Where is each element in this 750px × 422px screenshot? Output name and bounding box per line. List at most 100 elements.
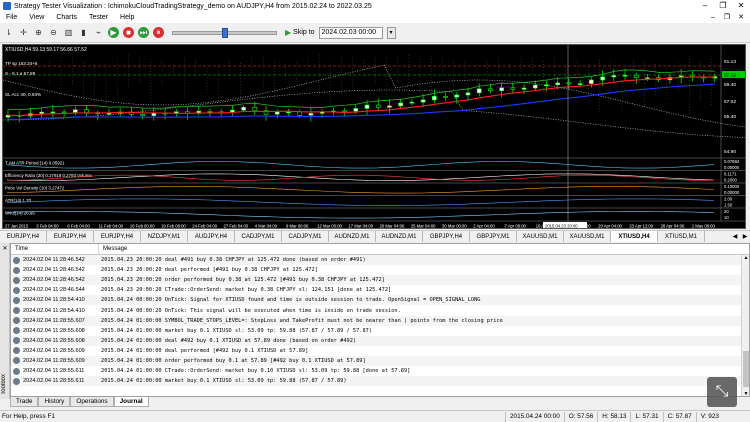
info-icon <box>13 327 20 335</box>
step-back-icon[interactable]: ⇂ <box>3 27 14 38</box>
mdi-minimize-button[interactable]: – <box>706 12 720 23</box>
chart-tab[interactable]: EURJPY,H4 <box>0 231 47 242</box>
candle-body <box>84 109 89 113</box>
speed-slider[interactable] <box>172 27 277 38</box>
candle-body <box>252 106 258 111</box>
mdi-restore-button[interactable]: ❐ <box>720 12 734 23</box>
menu-help[interactable]: Help <box>114 12 140 23</box>
journal-row[interactable]: 2024.02.04 11:28:55.611 2015.04.24 01:00:… <box>11 366 749 376</box>
scroll-down-icon[interactable]: ▼ <box>742 391 749 396</box>
zoom-overlay-icon[interactable]: ⤡ <box>707 377 737 407</box>
subwindow-label: Efficiency Ratio (20) 0.27918 0.2783 Vol… <box>5 173 92 178</box>
chart-tab[interactable]: XTIUSD,M1 <box>658 231 705 242</box>
candle-body <box>353 108 359 112</box>
time-tick-label: 20 Mar 04:00 <box>380 224 405 229</box>
close-button[interactable]: ✕ <box>732 0 750 12</box>
journal-row[interactable]: 2024.02.04 11:28:46.542 2015.04.23 20:00:… <box>11 275 749 286</box>
column-header-time[interactable]: Time <box>11 244 99 254</box>
info-icon <box>13 296 20 304</box>
journal-scrollbar[interactable]: ▲ ▼ <box>741 255 749 396</box>
price-tick-label: 61.13 <box>724 59 736 65</box>
chart-tab[interactable]: XAUUSD,M1 <box>564 231 611 242</box>
journal-row[interactable]: 2024.02.04 11:28:55.609 2015.04.24 01:00:… <box>11 355 749 367</box>
info-icon <box>13 256 20 264</box>
candle-body <box>398 102 403 107</box>
chart-tab[interactable]: EURJPY,H4 <box>47 231 94 242</box>
pause-icon[interactable]: ⏸ <box>153 27 164 38</box>
stop-icon[interactable]: ■ <box>123 27 134 38</box>
skip-date-field[interactable]: 2024.02.03 00:00 <box>318 26 383 39</box>
journal-row[interactable]: 2024.02.04 11:28:46.542 2015.04.23 20:00:… <box>11 255 749 266</box>
play-icon[interactable]: ▶ <box>108 27 119 38</box>
candle-body <box>39 111 44 114</box>
candle-body <box>532 84 538 89</box>
journal-rows: 2024.02.04 11:28:46.542 2015.04.23 20:00:… <box>11 255 749 387</box>
column-header-message[interactable]: Message <box>99 244 749 254</box>
skip-to-button[interactable]: ▶ Skip to <box>285 28 315 37</box>
journal-row[interactable]: 2024.02.04 11:28:46.542 2015.04.23 20:00:… <box>11 265 749 275</box>
menu-view[interactable]: View <box>23 12 50 23</box>
line-chart-icon[interactable]: ⌁ <box>93 27 104 38</box>
chart-tab[interactable]: GBPJPY,M1 <box>470 231 517 242</box>
journal-message: 2015.04.24 01:00:00 order performed buy … <box>101 357 366 364</box>
journal-row[interactable]: 2024.02.04 11:28:54.410 2015.04.24 00:00:… <box>11 305 749 315</box>
journal-row[interactable]: 2024.02.04 11:28:55.611 2015.04.24 01:00:… <box>11 376 749 387</box>
tab-scroll-left-icon[interactable]: ◀ <box>730 231 740 242</box>
journal-row[interactable]: 2024.02.04 11:28:46.544 2015.04.23 20:00:… <box>11 285 749 295</box>
toolbox-side-panel[interactable]: Toolbox <box>0 243 10 399</box>
chart-tab[interactable]: CADJPY,M1 <box>282 231 329 242</box>
toolbox-tab-history[interactable]: History <box>38 397 71 407</box>
time-tick-label: 4 Mar 04:00 <box>255 224 278 229</box>
journal-time: 2024.02.04 11:28:55.608 <box>23 327 85 334</box>
crosshair-icon[interactable]: ✛ <box>18 27 29 38</box>
subwindow-scale-top: 0.10000 <box>724 184 740 189</box>
menu-file[interactable]: File <box>0 12 23 23</box>
price-chart[interactable]: XTIUSD,H4 59.13 59.17 56.66 57.52 TP sp 1… <box>3 45 746 229</box>
journal-row[interactable]: 2024.02.04 11:28:55.607 2015.04.24 01:00:… <box>11 315 749 326</box>
maximize-button[interactable]: ❐ <box>714 0 732 12</box>
info-icon <box>13 276 20 284</box>
chart-tab[interactable]: XTIUSD,H4 <box>611 231 658 242</box>
journal-time: 2024.02.04 11:28:55.611 <box>23 368 85 375</box>
moving-average-red <box>7 76 715 117</box>
minimize-button[interactable]: – <box>696 0 714 12</box>
candle-chart-icon[interactable]: ▮ <box>78 27 89 38</box>
toolbox-tab-operations[interactable]: Operations <box>70 397 114 407</box>
journal-row[interactable]: 2024.02.04 11:28:54.410 2015.04.24 00:00:… <box>11 295 749 306</box>
menu-tester[interactable]: Tester <box>83 12 114 23</box>
date-dropdown-icon[interactable]: ▾ <box>386 26 396 39</box>
chart-window[interactable]: XTIUSD,H4 59.13 59.17 56.66 57.52 TP sp 1… <box>2 44 746 229</box>
menu-charts[interactable]: Charts <box>50 12 83 23</box>
chart-tab[interactable]: NZDJPY,M1 <box>141 231 188 242</box>
journal-time: 2024.02.04 11:28:55.611 <box>23 378 85 385</box>
speed-slider-knob[interactable] <box>222 27 228 38</box>
tab-scroll-right-icon[interactable]: ▶ <box>740 231 750 242</box>
journal-row[interactable]: 2024.02.04 11:28:55.608 2015.04.24 01:00:… <box>11 326 749 336</box>
chart-tab[interactable]: GBPJPY,H4 <box>423 231 470 242</box>
candle-body <box>589 79 594 84</box>
chart-tab[interactable]: CADJPY,M1 <box>235 231 282 242</box>
candle-body <box>566 82 572 85</box>
chart-tab[interactable]: EURJPY,H4 <box>94 231 141 242</box>
toolbox-tab-journal[interactable]: Journal <box>113 397 149 407</box>
mdi-close-button[interactable]: ✕ <box>734 12 748 23</box>
status-bar: For Help, press F1 2015.04.24 00:00 O: 5… <box>0 410 750 422</box>
time-tick-label: 17 Mar 04:00 <box>348 224 373 229</box>
info-icon <box>13 286 20 294</box>
journal-row[interactable]: 2024.02.04 11:28:55.608 2015.04.24 01:00:… <box>11 335 749 346</box>
toolbox-close-icon[interactable]: ✕ <box>1 245 9 253</box>
scroll-thumb[interactable] <box>743 351 749 387</box>
scroll-up-icon[interactable]: ▲ <box>742 255 749 261</box>
chart-tab[interactable]: AUDNZD,M1 <box>376 231 423 242</box>
bar-chart-icon[interactable]: ▥ <box>63 27 74 38</box>
chart-tab[interactable]: AUDNZD,M1 <box>329 231 376 242</box>
chart-tab[interactable]: XAUUSD,M1 <box>517 231 564 242</box>
journal-time-cell: 2024.02.04 11:28:55.608 <box>11 337 99 345</box>
journal-row[interactable]: 2024.02.04 11:28:55.609 2015.04.24 01:00:… <box>11 346 749 356</box>
chart-tab[interactable]: AUDJPY,H4 <box>188 231 235 242</box>
subwindow-label: T AM ATR Period (14) 0.05921 <box>5 161 65 166</box>
zoom-in-icon[interactable]: ⊕ <box>33 27 44 38</box>
zoom-out-icon[interactable]: ⊖ <box>48 27 59 38</box>
step-forward-icon[interactable]: ⏭ <box>138 27 149 38</box>
toolbox-tab-trade[interactable]: Trade <box>10 397 39 407</box>
